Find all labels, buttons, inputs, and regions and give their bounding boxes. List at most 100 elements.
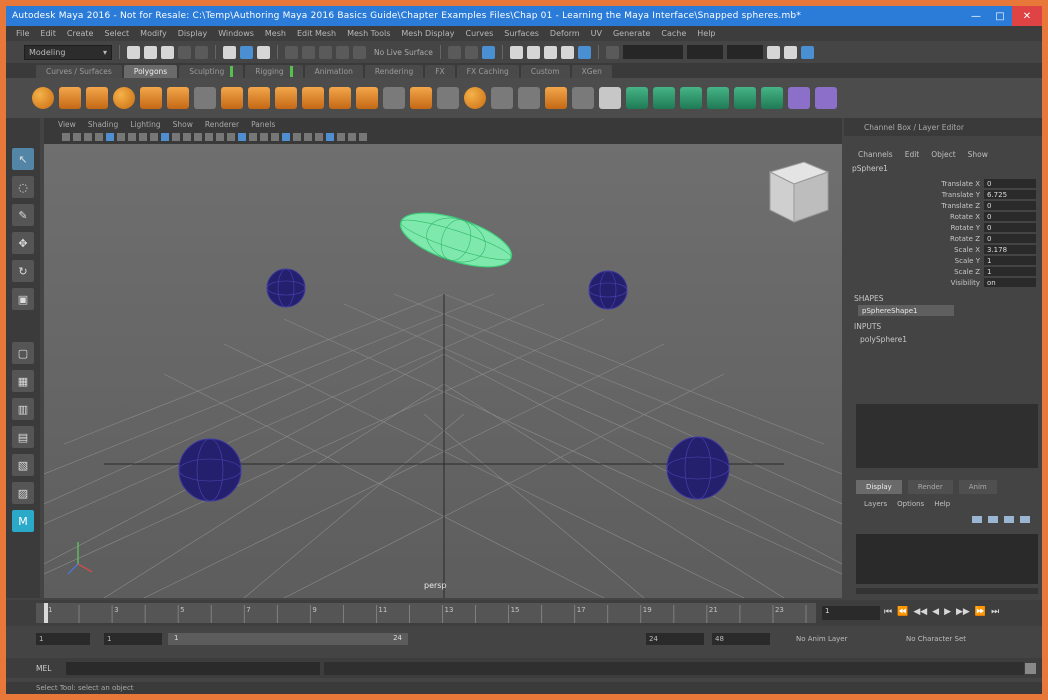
field-chart-icon[interactable] (172, 133, 180, 141)
channel-value[interactable]: on (984, 278, 1036, 287)
fill-hole-icon[interactable] (518, 87, 540, 109)
channel-row[interactable]: Rotate Y 0 (844, 222, 1042, 233)
channel-value[interactable]: 0 (984, 223, 1036, 232)
move-tool-icon[interactable]: ✥ (12, 232, 34, 254)
persp-outliner-layout-icon[interactable]: ▥ (12, 398, 34, 420)
view-cube[interactable] (768, 161, 830, 223)
shelf-tab-polygons[interactable]: Polygons (123, 65, 178, 78)
maximize-button[interactable]: □ (988, 6, 1012, 26)
viewport-menu-shading[interactable]: Shading (88, 120, 118, 129)
poly-disc-icon[interactable] (194, 87, 216, 109)
move-layer-down-icon[interactable] (988, 516, 998, 523)
layer-list[interactable] (856, 534, 1038, 584)
open-scene-icon[interactable] (144, 45, 157, 59)
channel-value[interactable]: 0 (984, 201, 1036, 210)
lasso-tool-icon[interactable]: ◌ (12, 176, 34, 198)
layer-menu-layers[interactable]: Layers (864, 500, 887, 508)
viewport-menu-show[interactable]: Show (173, 120, 193, 129)
menu-modify[interactable]: Modify (140, 29, 167, 38)
render-icon[interactable] (464, 45, 478, 59)
anim-layer-dropdown[interactable]: No Anim Layer (796, 635, 847, 643)
menu-display[interactable]: Display (178, 29, 208, 38)
shelf-tab-rigging[interactable]: Rigging (245, 65, 303, 78)
reduce-icon[interactable] (356, 87, 378, 109)
input-node-name[interactable]: polySphere1 (844, 333, 1042, 345)
viewport-menu-view[interactable]: View (58, 120, 76, 129)
render-setup-icon[interactable] (560, 45, 574, 59)
menu-generate[interactable]: Generate (613, 29, 650, 38)
four-view-layout-icon[interactable]: ▦ (12, 370, 34, 392)
menu-select[interactable]: Select (104, 29, 129, 38)
safe-title-icon[interactable] (194, 133, 202, 141)
safe-action-icon[interactable] (183, 133, 191, 141)
play-backward-icon[interactable]: ◀ (932, 607, 939, 617)
selected-node-name[interactable]: pSphere1 (844, 162, 1042, 174)
render-view-icon[interactable] (543, 45, 557, 59)
selected-sphere[interactable] (394, 202, 517, 278)
spherical-map-icon[interactable] (680, 87, 702, 109)
make-live-icon[interactable] (353, 45, 366, 59)
uv-editor-icon[interactable] (599, 87, 621, 109)
xray-joints-icon[interactable] (304, 133, 312, 141)
menu-windows[interactable]: Windows (218, 29, 254, 38)
ambient-occlusion-icon[interactable] (326, 133, 334, 141)
select-hierarchy-icon[interactable] (223, 45, 236, 59)
step-forward-key-icon[interactable]: ⏩ (975, 607, 986, 617)
toggle-attribute-editor-icon[interactable] (783, 45, 797, 59)
menu-file[interactable]: File (16, 29, 29, 38)
channel-value[interactable]: 3.178 (984, 245, 1036, 254)
close-button[interactable]: ✕ (1012, 6, 1042, 26)
character-set-dropdown[interactable]: No Character Set (906, 635, 966, 643)
wireframe-on-shaded-icon[interactable] (238, 133, 246, 141)
persp-graph-layout-icon[interactable]: ▤ (12, 426, 34, 448)
auto-map-icon[interactable] (707, 87, 729, 109)
hypershade-icon[interactable] (526, 45, 540, 59)
go-to-start-icon[interactable]: ⏮ (884, 607, 892, 617)
smooth-shade-icon[interactable] (216, 133, 224, 141)
bookmarks-icon[interactable] (84, 133, 92, 141)
multi-cut-icon[interactable] (545, 87, 567, 109)
shelf-tab-custom[interactable]: Custom (520, 65, 570, 78)
menu-uv[interactable]: UV (591, 29, 602, 38)
layer-tab-render[interactable]: Render (907, 480, 953, 494)
target-weld-icon[interactable] (572, 87, 594, 109)
anti-aliasing-icon[interactable] (348, 133, 356, 141)
hypershade-layout-icon[interactable]: ▧ (12, 454, 34, 476)
menu-surfaces[interactable]: Surfaces (504, 29, 539, 38)
new-layer-from-selection-icon[interactable] (1020, 516, 1030, 523)
playback-end-field[interactable]: 24 (646, 633, 704, 645)
channel-value[interactable]: 1 (984, 267, 1036, 276)
go-to-end-icon[interactable]: ⏭ (991, 607, 999, 617)
unfold-icon[interactable] (734, 87, 756, 109)
menu-edit[interactable]: Edit (40, 29, 56, 38)
channel-row[interactable]: Scale Y 1 (844, 255, 1042, 266)
relative-field[interactable] (686, 45, 723, 59)
snap-curve-icon[interactable] (302, 45, 315, 59)
menu-create[interactable]: Create (67, 29, 94, 38)
viewport-menu-renderer[interactable]: Renderer (205, 120, 239, 129)
menu-set-dropdown[interactable]: Modeling ▾ (24, 44, 112, 60)
new-empty-layer-icon[interactable] (1004, 516, 1014, 523)
channel-value[interactable]: 0 (984, 234, 1036, 243)
textured-icon[interactable] (249, 133, 257, 141)
film-gate-icon[interactable] (139, 133, 147, 141)
mirror-icon[interactable] (383, 87, 405, 109)
menu-help[interactable]: Help (697, 29, 715, 38)
grease-pencil-icon[interactable] (117, 133, 125, 141)
select-component-icon[interactable] (257, 45, 270, 59)
shadows-icon[interactable] (271, 133, 279, 141)
cylindrical-map-icon[interactable] (653, 87, 675, 109)
bridge-icon[interactable] (437, 87, 459, 109)
menu-curves[interactable]: Curves (465, 29, 493, 38)
toggle-channel-box-icon[interactable] (800, 45, 814, 59)
layer-menu-help[interactable]: Help (934, 500, 950, 508)
grid-icon[interactable] (128, 133, 136, 141)
shape-node-name[interactable]: pSphereShape1 (858, 305, 954, 316)
step-back-frame-icon[interactable]: ◀◀ (913, 607, 927, 617)
sphere-bottom-left[interactable] (178, 438, 242, 502)
perspective-viewport[interactable]: persp (44, 144, 842, 598)
shelf-tab-sculpting[interactable]: Sculpting (179, 65, 244, 78)
smooth-icon[interactable] (329, 87, 351, 109)
snap-grid-icon[interactable] (285, 45, 298, 59)
append-icon[interactable] (491, 87, 513, 109)
